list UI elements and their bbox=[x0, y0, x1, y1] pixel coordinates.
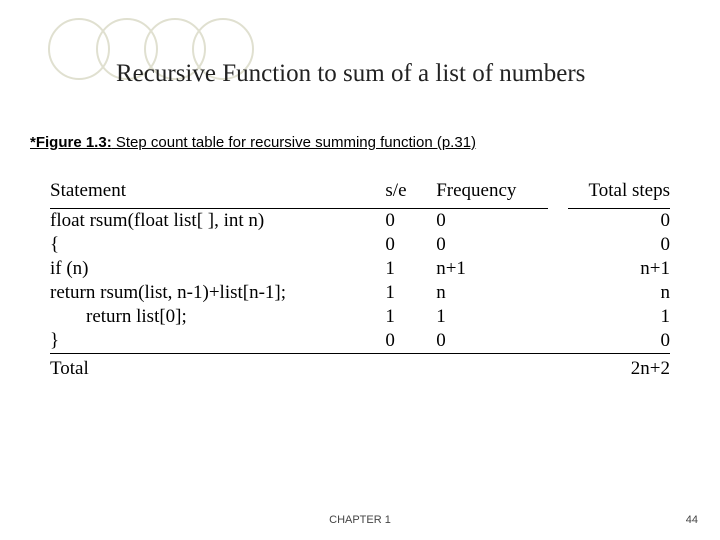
cell-freq: 1 bbox=[436, 305, 548, 329]
cell-total: 0 bbox=[568, 329, 670, 354]
total-value: 2n+2 bbox=[568, 354, 670, 381]
table-row: if (n) 1 n+1 n+1 bbox=[50, 257, 670, 281]
figure-caption-text: Step count table for recursive summing f… bbox=[112, 134, 476, 151]
footer-page-number: 44 bbox=[686, 514, 698, 526]
step-count-table: Statement s/e Frequency Total steps floa… bbox=[50, 180, 670, 380]
cell-freq: 0 bbox=[436, 209, 548, 234]
figure-number: *Figure 1.3: bbox=[30, 134, 112, 151]
cell-se: 1 bbox=[385, 281, 436, 305]
cell-total: 0 bbox=[568, 209, 670, 234]
header-se: s/e bbox=[385, 180, 436, 209]
cell-statement: { bbox=[50, 233, 385, 257]
cell-total: 1 bbox=[568, 305, 670, 329]
cell-se: 1 bbox=[385, 257, 436, 281]
header-total: Total steps bbox=[568, 180, 670, 209]
cell-se: 1 bbox=[385, 305, 436, 329]
cell-statement: if (n) bbox=[50, 257, 385, 281]
cell-se: 0 bbox=[385, 209, 436, 234]
cell-statement: float rsum(float list[ ], int n) bbox=[50, 209, 385, 234]
cell-freq: 0 bbox=[436, 233, 548, 257]
cell-se: 0 bbox=[385, 329, 436, 354]
table-header-row: Statement s/e Frequency Total steps bbox=[50, 180, 670, 209]
table-total-row: Total 2n+2 bbox=[50, 354, 670, 381]
cell-freq: n bbox=[436, 281, 548, 305]
footer-chapter: CHAPTER 1 bbox=[0, 514, 720, 526]
table-row: return list[0]; 1 1 1 bbox=[50, 305, 670, 329]
slide-title: Recursive Function to sum of a list of n… bbox=[116, 60, 585, 88]
cell-freq: n+1 bbox=[436, 257, 548, 281]
cell-statement: } bbox=[50, 329, 385, 354]
table-row: return rsum(list, n-1)+list[n-1]; 1 n n bbox=[50, 281, 670, 305]
table-row: } 0 0 0 bbox=[50, 329, 670, 354]
cell-total: n bbox=[568, 281, 670, 305]
cell-statement: return rsum(list, n-1)+list[n-1]; bbox=[50, 281, 385, 305]
total-label: Total bbox=[50, 354, 385, 381]
figure-caption: *Figure 1.3: Step count table for recurs… bbox=[30, 134, 476, 151]
header-statement: Statement bbox=[50, 180, 385, 209]
header-frequency: Frequency bbox=[436, 180, 548, 209]
cell-statement: return list[0]; bbox=[50, 305, 385, 329]
table-row: { 0 0 0 bbox=[50, 233, 670, 257]
cell-se: 0 bbox=[385, 233, 436, 257]
cell-total: 0 bbox=[568, 233, 670, 257]
cell-total: n+1 bbox=[568, 257, 670, 281]
cell-freq: 0 bbox=[436, 329, 548, 354]
table-row: float rsum(float list[ ], int n) 0 0 0 bbox=[50, 209, 670, 234]
